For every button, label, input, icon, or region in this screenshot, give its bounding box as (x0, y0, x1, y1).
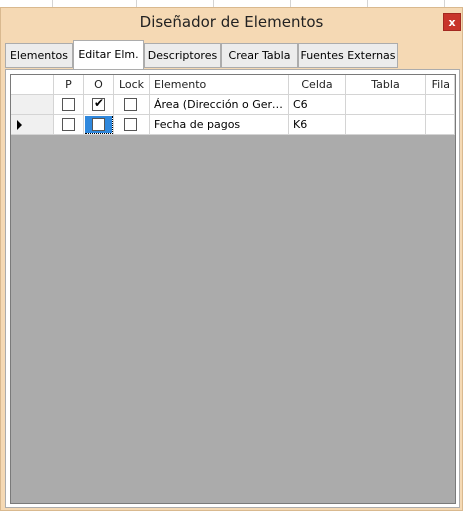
column-header-p[interactable]: P (54, 75, 84, 95)
tab-editar-elm[interactable]: Editar Elm. (73, 40, 144, 69)
tab-fuentes-externas[interactable]: Fuentes Externas (298, 43, 398, 68)
row-o-checkbox-cell[interactable]: ✔ (84, 95, 114, 115)
column-header-tabla[interactable]: Tabla (346, 75, 426, 95)
checkbox[interactable] (62, 98, 75, 111)
row-tabla-cell[interactable] (346, 115, 426, 135)
column-header-o[interactable]: O (84, 75, 114, 95)
checkbox[interactable] (124, 98, 137, 111)
table-row[interactable]: ✔ Área (Dirección o Gerencia) C6 (11, 95, 455, 115)
row-elemento-cell[interactable]: Área (Dirección o Gerencia) (150, 95, 289, 115)
tab-panel-editar-elm: P O Lock Elemento Celda Tabla Fila ✔ Áre… (5, 69, 460, 508)
tab-elementos[interactable]: Elementos (5, 43, 73, 68)
current-row-arrow-icon (17, 120, 22, 130)
window-title: Diseñador de Elementos (139, 13, 324, 31)
checkbox[interactable] (62, 118, 75, 131)
row-p-checkbox-cell[interactable] (54, 115, 84, 135)
grid-header-row: P O Lock Elemento Celda Tabla Fila (11, 75, 455, 95)
row-celda-cell[interactable]: K6 (289, 115, 346, 135)
checkmark-icon: ✔ (94, 96, 105, 110)
checkbox-checked[interactable]: ✔ (92, 96, 105, 111)
row-celda-cell[interactable]: C6 (289, 95, 346, 115)
row-header[interactable] (11, 95, 54, 115)
column-header-celda[interactable]: Celda (289, 75, 346, 95)
header-corner (11, 75, 54, 95)
close-button[interactable]: x (443, 13, 461, 31)
row-p-checkbox-cell[interactable] (54, 95, 84, 115)
title-bar[interactable]: Diseñador de Elementos x (1, 8, 462, 36)
row-fila-cell[interactable] (426, 115, 455, 135)
column-header-elemento[interactable]: Elemento (150, 75, 289, 95)
tab-crear-tabla[interactable]: Crear Tabla (221, 43, 298, 68)
row-lock-checkbox-cell[interactable] (114, 95, 150, 115)
row-elemento-cell[interactable]: Fecha de pagos (150, 115, 289, 135)
table-row[interactable]: Fecha de pagos K6 (11, 115, 455, 135)
checkbox[interactable] (124, 118, 137, 131)
row-header[interactable] (11, 115, 54, 135)
column-header-lock[interactable]: Lock (114, 75, 150, 95)
tab-descriptores[interactable]: Descriptores (144, 43, 221, 68)
element-designer-dialog: Diseñador de Elementos x Elementos Edita… (0, 7, 463, 511)
checkbox[interactable] (92, 118, 105, 131)
row-o-checkbox-cell-selected[interactable] (84, 115, 114, 135)
row-fila-cell[interactable] (426, 95, 455, 115)
tab-strip: Elementos Editar Elm. Descriptores Crear… (5, 40, 460, 70)
elements-grid[interactable]: P O Lock Elemento Celda Tabla Fila ✔ Áre… (10, 74, 456, 504)
row-lock-checkbox-cell[interactable] (114, 115, 150, 135)
column-header-fila[interactable]: Fila (426, 75, 455, 95)
row-tabla-cell[interactable] (346, 95, 426, 115)
